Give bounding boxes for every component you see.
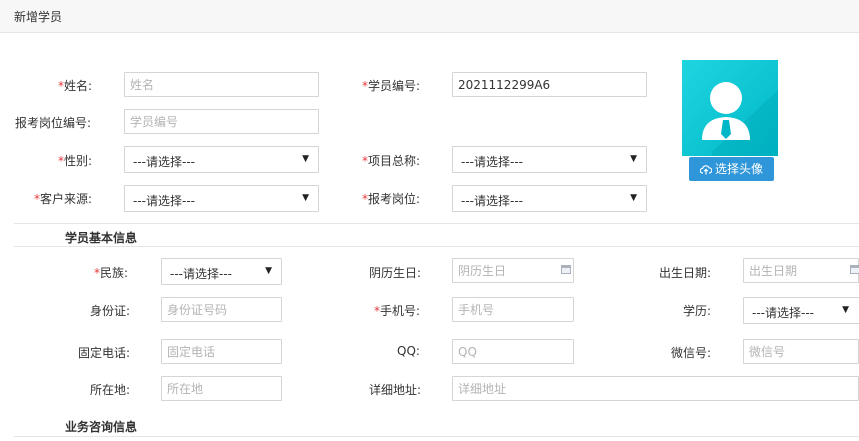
chevron-down-icon: ▼ bbox=[302, 193, 309, 203]
calendar-icon[interactable] bbox=[561, 265, 571, 274]
cloud-upload-icon bbox=[699, 165, 713, 175]
student-no-label: *学员编号: bbox=[362, 79, 421, 93]
project-select-value: ---请选择--- bbox=[461, 155, 523, 169]
chevron-down-icon: ▼ bbox=[302, 154, 309, 164]
education-label: 学历: bbox=[683, 304, 712, 318]
user-avatar-icon bbox=[702, 82, 778, 156]
ethnicity-select[interactable]: ---请选择--- ▼ bbox=[161, 258, 282, 285]
qq-input[interactable] bbox=[452, 339, 574, 364]
phone-label: *手机号: bbox=[374, 304, 421, 318]
section-divider bbox=[14, 223, 859, 224]
birth-date-label: 出生日期: bbox=[659, 266, 712, 280]
basic-info-title: 学员基本信息 bbox=[65, 231, 138, 245]
location-label: 所在地: bbox=[90, 383, 131, 397]
chevron-down-icon: ▼ bbox=[842, 305, 849, 315]
ethnicity-select-value: ---请选择--- bbox=[170, 267, 232, 281]
lunar-birthday-input[interactable] bbox=[452, 258, 574, 283]
position-select-value: ---请选择--- bbox=[461, 194, 523, 208]
chevron-down-icon: ▼ bbox=[265, 266, 272, 276]
education-select[interactable]: ---请选择--- ▼ bbox=[743, 297, 859, 324]
source-select[interactable]: ---请选择--- ▼ bbox=[124, 185, 319, 212]
position-label: *报考岗位: bbox=[362, 192, 421, 206]
page-header: 新增学员 bbox=[0, 0, 859, 33]
id-card-input[interactable] bbox=[161, 297, 282, 322]
education-select-value: ---请选择--- bbox=[752, 306, 814, 320]
lunar-birthday-label: 阴历生日: bbox=[369, 266, 422, 280]
location-input[interactable] bbox=[161, 376, 282, 401]
gender-select-value: ---请选择--- bbox=[133, 155, 195, 169]
project-label: *项目总称: bbox=[362, 154, 421, 168]
name-input[interactable] bbox=[124, 72, 319, 97]
id-card-label: 身份证: bbox=[90, 304, 131, 318]
section-divider bbox=[14, 436, 859, 437]
landline-label: 固定电话: bbox=[78, 346, 131, 360]
source-label: *客户来源: bbox=[34, 192, 93, 206]
calendar-icon[interactable] bbox=[850, 265, 859, 274]
position-no-label: 报考岗位编号: bbox=[15, 116, 92, 130]
address-input[interactable] bbox=[452, 376, 859, 401]
ethnicity-label: *民族: bbox=[94, 266, 129, 280]
consult-info-title: 业务咨询信息 bbox=[65, 420, 138, 434]
phone-input[interactable] bbox=[452, 297, 574, 322]
choose-avatar-button[interactable]: 选择头像 bbox=[689, 157, 774, 181]
position-select[interactable]: ---请选择--- ▼ bbox=[452, 185, 647, 212]
choose-avatar-label: 选择头像 bbox=[714, 162, 763, 176]
student-no-input[interactable] bbox=[452, 72, 647, 97]
name-label: *姓名: bbox=[58, 79, 93, 93]
gender-label: *性别: bbox=[58, 154, 93, 168]
qq-label: QQ: bbox=[397, 344, 420, 358]
page-title: 新增学员 bbox=[14, 10, 63, 24]
landline-input[interactable] bbox=[161, 339, 282, 364]
chevron-down-icon: ▼ bbox=[630, 193, 637, 203]
wechat-input[interactable] bbox=[743, 339, 859, 364]
avatar bbox=[682, 60, 778, 156]
project-select[interactable]: ---请选择--- ▼ bbox=[452, 146, 647, 173]
position-no-input[interactable] bbox=[124, 109, 319, 134]
gender-select[interactable]: ---请选择--- ▼ bbox=[124, 146, 319, 173]
wechat-label: 微信号: bbox=[671, 346, 712, 360]
source-select-value: ---请选择--- bbox=[133, 194, 195, 208]
address-label: 详细地址: bbox=[369, 383, 422, 397]
chevron-down-icon: ▼ bbox=[630, 154, 637, 164]
birth-date-input[interactable] bbox=[743, 258, 859, 283]
section-divider bbox=[14, 246, 859, 247]
